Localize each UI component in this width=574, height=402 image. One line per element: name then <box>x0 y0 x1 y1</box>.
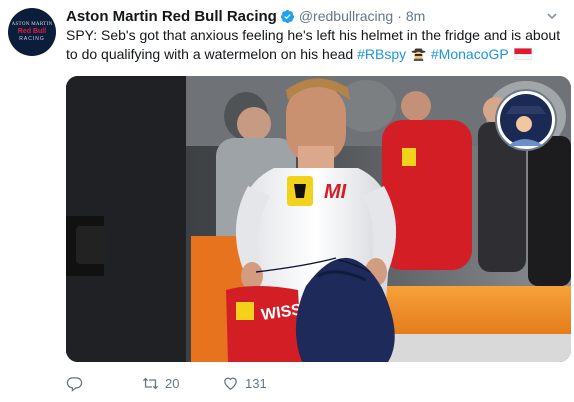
avatar[interactable]: ASTON MARTIN Red Bull RACING <box>8 8 56 56</box>
tweet-photo[interactable]: MI WISS <box>66 76 571 362</box>
photo-scene: MI WISS <box>66 76 571 362</box>
shirt-logo-text: MI <box>324 181 347 203</box>
avatar-line-2: Red Bull <box>17 28 47 35</box>
hashtag-rbspy[interactable]: #RBspy <box>357 46 406 62</box>
tweet-actions: 20 131 <box>66 372 302 394</box>
chevron-down-icon[interactable] <box>544 8 560 24</box>
monaco-flag-icon <box>514 48 533 60</box>
separator-dot: · <box>397 8 402 24</box>
hashtag-monacogp[interactable]: #MonacoGP <box>431 46 509 62</box>
retweet-count: 20 <box>165 375 180 391</box>
tweet-card[interactable]: ASTON MARTIN Red Bull RACING Aston Marti… <box>0 0 574 402</box>
author-name[interactable]: Aston Martin Red Bull Racing <box>66 8 277 25</box>
reply-icon <box>66 376 83 392</box>
retweet-button[interactable]: 20 <box>142 375 222 392</box>
verified-badge-icon <box>280 9 294 23</box>
like-count: 131 <box>245 375 267 391</box>
tweet-text: SPY: Seb's got that anxious feeling he's… <box>66 26 566 64</box>
spy-emoji-icon <box>411 48 426 61</box>
avatar-line-3: RACING <box>19 36 45 42</box>
tweet-timestamp[interactable]: 8m <box>406 8 425 24</box>
tweet-header: Aston Martin Red Bull Racing @redbullrac… <box>66 7 560 25</box>
author-handle[interactable]: @redbullracing <box>299 8 393 24</box>
like-button[interactable]: 131 <box>222 375 302 392</box>
like-icon <box>224 377 237 390</box>
retweet-icon <box>142 377 159 389</box>
reply-button[interactable] <box>66 375 142 392</box>
